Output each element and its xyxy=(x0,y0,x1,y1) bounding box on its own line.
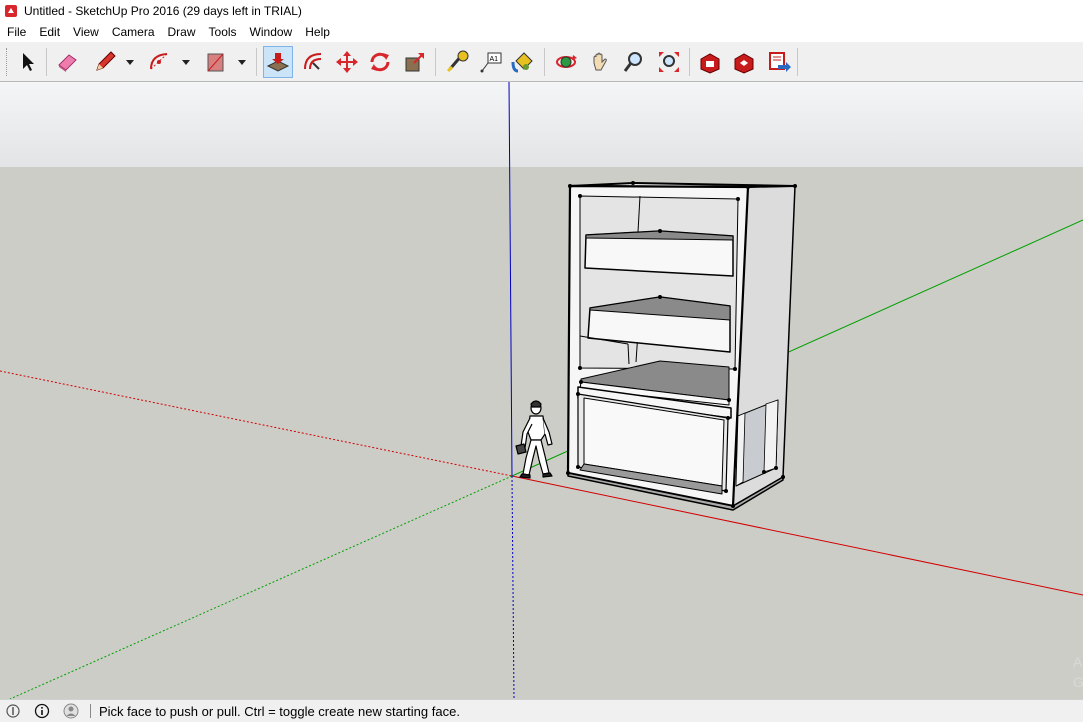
toolbar-separator xyxy=(435,48,436,76)
scale-icon xyxy=(405,53,424,72)
menu-edit[interactable]: Edit xyxy=(32,22,66,42)
main-toolbar: A1 xyxy=(0,42,1083,82)
menu-draw[interactable]: Draw xyxy=(161,22,202,42)
arrow-cursor-icon xyxy=(23,53,34,71)
toolbar-separator xyxy=(544,48,545,76)
zoom-extents-icon xyxy=(659,52,679,72)
pan-hand-icon xyxy=(593,52,607,71)
tape-measure-tool-button[interactable] xyxy=(442,46,472,78)
text-tool-button[interactable]: A1 xyxy=(476,46,506,78)
pencil-icon xyxy=(96,51,116,71)
user-account-icon[interactable] xyxy=(63,703,79,719)
watermark-text: A G xyxy=(1073,654,1083,690)
3d-warehouse-button[interactable] xyxy=(695,46,725,78)
warehouse-icon xyxy=(700,53,720,74)
paint-bucket-tool-button[interactable] xyxy=(508,46,538,78)
line-tool-button[interactable] xyxy=(90,46,120,78)
eraser-icon xyxy=(58,54,77,72)
shelf-model[interactable] xyxy=(566,181,797,511)
menu-view[interactable]: View xyxy=(66,22,105,42)
menu-tools[interactable]: Tools xyxy=(202,22,243,42)
rotate-tool-button[interactable] xyxy=(365,46,395,78)
eraser-tool-button[interactable] xyxy=(52,46,82,78)
info-icon[interactable] xyxy=(34,703,50,719)
scale-tool-button[interactable] xyxy=(400,46,430,78)
geolocation-icon[interactable] xyxy=(5,703,21,719)
offset-icon xyxy=(304,53,322,70)
text-tool-icon: A1 xyxy=(480,52,502,73)
move-tool-button[interactable] xyxy=(332,46,362,78)
status-separator xyxy=(90,704,91,718)
toolbar-separator xyxy=(797,48,798,76)
menu-bar: File Edit View Camera Draw Tools Window … xyxy=(0,22,1083,42)
toolbar-separator xyxy=(689,48,690,76)
chevron-down-icon[interactable] xyxy=(237,57,247,67)
rectangle-tool-button[interactable] xyxy=(200,46,230,78)
offset-tool-button[interactable] xyxy=(298,46,328,78)
chevron-down-icon[interactable] xyxy=(125,57,135,67)
paint-bucket-icon xyxy=(511,52,533,73)
zoom-tool-button[interactable] xyxy=(619,46,649,78)
chevron-down-icon[interactable] xyxy=(181,57,191,67)
menu-window[interactable]: Window xyxy=(243,22,299,42)
rotate-icon xyxy=(370,52,390,72)
pan-tool-button[interactable] xyxy=(585,46,615,78)
svg-text:A1: A1 xyxy=(490,56,499,63)
orbit-icon xyxy=(556,55,577,68)
select-tool-button[interactable] xyxy=(12,46,42,78)
zoom-icon xyxy=(623,52,642,72)
menu-camera[interactable]: Camera xyxy=(105,22,161,42)
sky-gradient xyxy=(0,82,1083,167)
extension-warehouse-icon xyxy=(734,53,754,74)
sketchup-logo-icon xyxy=(5,5,17,17)
move-icon xyxy=(336,51,358,73)
status-message: Pick face to push or pull. Ctrl = toggle… xyxy=(99,703,460,719)
scene-canvas[interactable] xyxy=(0,82,1083,699)
arc-icon xyxy=(150,53,168,70)
rectangle-icon xyxy=(207,53,224,72)
orbit-tool-button[interactable] xyxy=(551,46,581,78)
send-to-layout-button[interactable] xyxy=(764,46,794,78)
toolbar-separator xyxy=(46,48,47,76)
arc-tool-button[interactable] xyxy=(145,46,175,78)
status-bar: Pick face to push or pull. Ctrl = toggle… xyxy=(0,699,1083,722)
title-bar: Untitled - SketchUp Pro 2016 (29 days le… xyxy=(0,0,1083,22)
menu-help[interactable]: Help xyxy=(298,22,336,42)
send-to-layout-icon xyxy=(769,52,791,72)
extension-warehouse-button[interactable] xyxy=(729,46,759,78)
push-pull-tool-button[interactable] xyxy=(263,46,293,78)
tape-measure-icon xyxy=(446,50,469,73)
push-pull-icon xyxy=(266,53,290,72)
window-title: Untitled - SketchUp Pro 2016 (29 days le… xyxy=(24,4,302,18)
toolbar-grip[interactable] xyxy=(6,48,9,76)
menu-file[interactable]: File xyxy=(0,22,32,42)
zoom-extents-tool-button[interactable] xyxy=(654,46,684,78)
modeling-viewport[interactable] xyxy=(0,82,1083,699)
toolbar-separator xyxy=(256,48,257,76)
